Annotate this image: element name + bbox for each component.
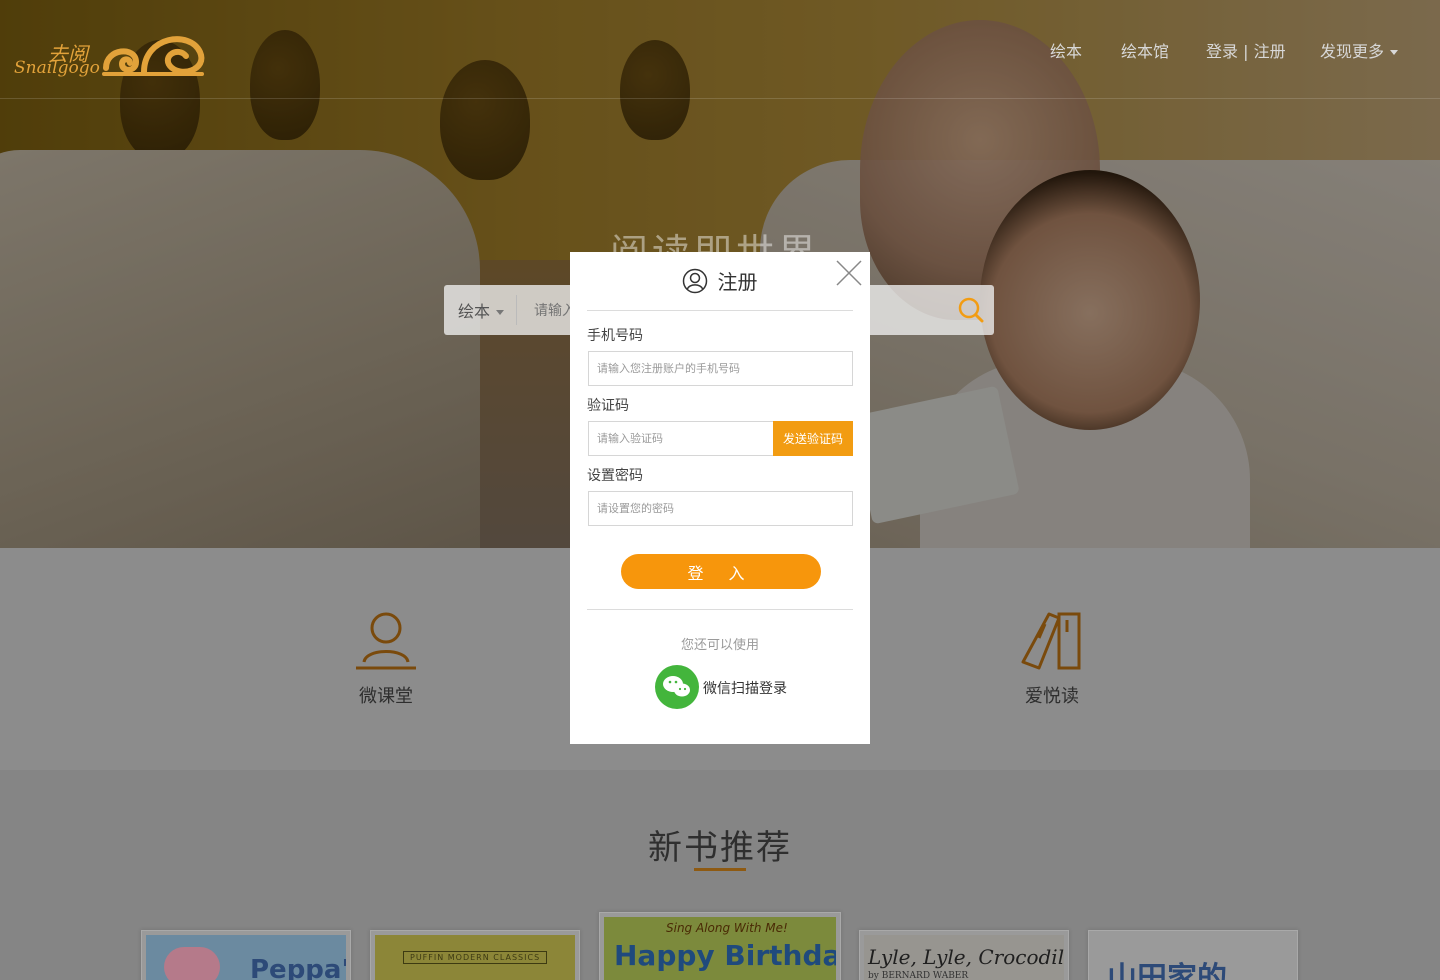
books-icon	[1021, 612, 1081, 670]
password-input[interactable]	[588, 491, 853, 526]
book-cover-title: Peppa's	[250, 955, 346, 980]
search-category-label: 绘本	[458, 302, 491, 321]
new-books-section: 新书推荐 Peppa's PUFFIN MODERN CLASSICS Sing…	[0, 770, 1440, 980]
feature-love-reading[interactable]: 爱悦读	[992, 610, 1112, 708]
main-nav: 绘本 绘本馆 登录 | 注册 发现更多	[0, 38, 1440, 64]
phone-label: 手机号码	[587, 328, 643, 344]
book-card[interactable]: PUFFIN MODERN CLASSICS	[370, 930, 580, 980]
book-card[interactable]: Peppa's	[141, 930, 351, 980]
book-cover: Peppa's	[146, 935, 346, 980]
divider	[587, 609, 853, 610]
feature-micro-class[interactable]: 微课堂	[326, 610, 446, 708]
title-underline	[694, 868, 746, 871]
search-category-select[interactable]: 绘本	[458, 298, 505, 322]
peppa-pig-icon	[164, 947, 220, 980]
nav-item-picture-book[interactable]: 绘本	[1050, 38, 1082, 62]
send-code-button[interactable]: 发送验证码	[773, 421, 853, 456]
book-card[interactable]: 山田家的	[1088, 930, 1298, 980]
book-cover-title: Lyle, Lyle, Crocodile	[868, 945, 1064, 969]
wechat-login-label: 微信扫描登录	[703, 681, 787, 697]
book-cover-author: by BERNARD WABER	[868, 971, 969, 980]
book-cover: Lyle, Lyle, Crocodile by BERNARD WABER	[864, 935, 1064, 980]
modal-title: 注册	[717, 270, 758, 294]
book-card[interactable]: Lyle, Lyle, Crocodile by BERNARD WABER	[859, 930, 1069, 980]
book-cover: 山田家的	[1093, 935, 1293, 980]
register-modal: 注册 手机号码 验证码 发送验证码 设置密码 登 入 您还可以使用 微信扫描登录	[570, 252, 870, 744]
submit-button[interactable]: 登 入	[621, 554, 821, 589]
nav-discover-label: 发现更多	[1320, 42, 1385, 61]
phone-input[interactable]	[588, 351, 853, 386]
chevron-down-icon	[1390, 50, 1399, 55]
book-cover-title: Happy Birthday	[614, 939, 836, 972]
nav-item-login-register[interactable]: 登录 | 注册	[1206, 38, 1286, 62]
book-card[interactable]: Sing Along With Me! Happy Birthday	[599, 912, 841, 980]
book-cover-title: PUFFIN MODERN CLASSICS	[403, 951, 548, 964]
code-label: 验证码	[587, 398, 629, 414]
user-icon	[683, 268, 708, 293]
book-cover-subtitle: Sing Along With Me!	[666, 921, 788, 935]
verification-code-input[interactable]	[588, 421, 774, 456]
chevron-down-icon	[496, 310, 505, 315]
divider	[587, 310, 853, 311]
book-cover: PUFFIN MODERN CLASSICS	[375, 935, 575, 980]
top-navigation-bar: 去阅 Snailgogo 绘本 绘本馆 登录 | 注册 发现更多	[0, 0, 1440, 99]
nav-item-discover-more[interactable]: 发现更多	[1320, 38, 1399, 62]
nav-item-library[interactable]: 绘本馆	[1121, 38, 1169, 62]
feature-label: 爱悦读	[1025, 686, 1079, 707]
teacher-icon	[356, 612, 416, 670]
wechat-icon	[655, 665, 699, 709]
alternative-login-text: 您还可以使用	[680, 638, 759, 653]
feature-label: 微课堂	[359, 686, 413, 707]
password-label: 设置密码	[587, 468, 643, 484]
book-cover-title: 山田家的	[1107, 961, 1227, 980]
modal-header: 注册	[570, 266, 870, 296]
book-cover: Sing Along With Me! Happy Birthday	[604, 917, 836, 980]
search-icon[interactable]	[958, 297, 984, 323]
section-title: 新书推荐	[648, 828, 792, 868]
search-divider	[516, 295, 517, 325]
